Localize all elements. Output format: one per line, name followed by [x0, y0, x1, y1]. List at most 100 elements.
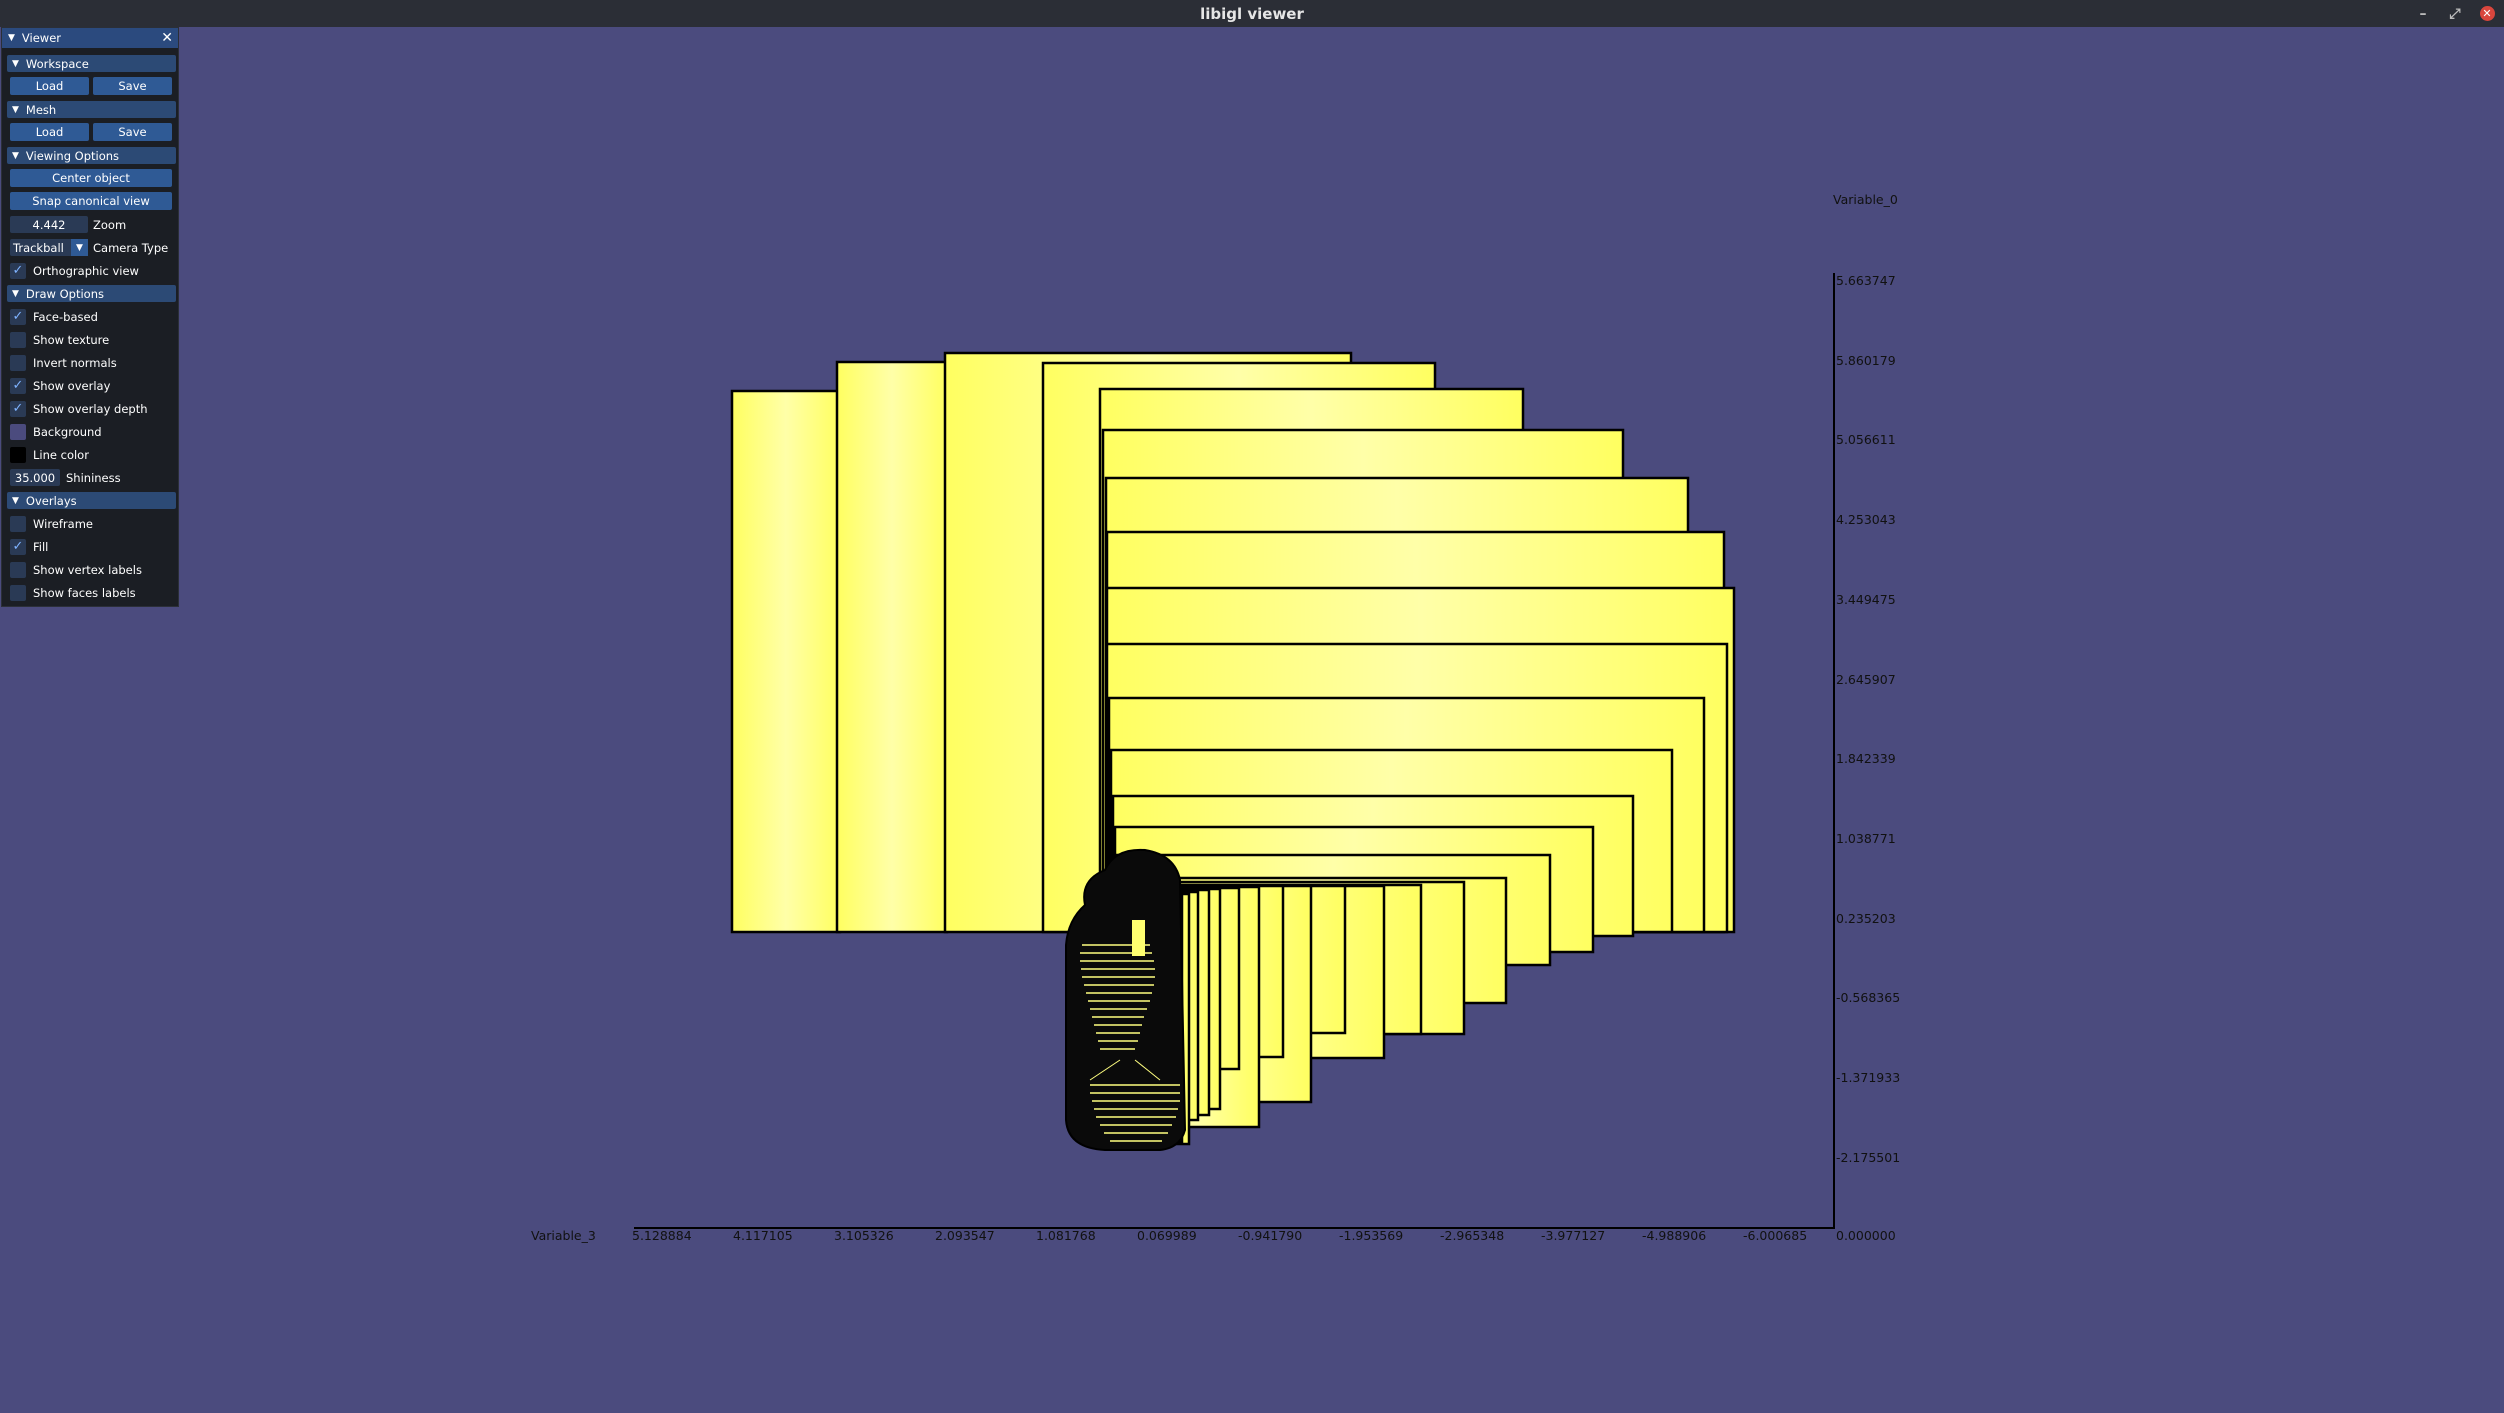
checkmark-icon[interactable]: ✓ — [10, 262, 26, 279]
section-draw-options[interactable]: ▼ Draw Options — [7, 285, 176, 302]
checkbox-box[interactable] — [10, 354, 26, 371]
collapse-triangle-icon: ▼ — [12, 104, 19, 115]
fill-checkbox[interactable]: ✓ Fill — [10, 538, 48, 555]
viewport[interactable] — [0, 0, 2504, 1413]
y-tick-label: 0.235203 — [1836, 910, 1896, 926]
y-axis-line — [1833, 273, 1835, 1229]
mesh-render — [730, 351, 1736, 1147]
x-tick-label: 3.105326 — [834, 1228, 894, 1243]
checkbox-box[interactable] — [10, 561, 26, 578]
x-tick-label: -0.941790 — [1238, 1228, 1303, 1243]
center-object-button[interactable]: Center object — [10, 169, 172, 187]
viewer-panel-header[interactable]: ▼ Viewer ✕ — [2, 28, 178, 48]
checkbox-box[interactable] — [10, 515, 26, 532]
collapse-triangle-icon: ▼ — [12, 288, 19, 299]
x-tick-label: 5.128884 — [632, 1228, 692, 1243]
x-tick-label: 1.081768 — [1036, 1228, 1096, 1243]
checkbox-box[interactable] — [10, 584, 26, 601]
checkbox-label: Invert normals — [33, 355, 117, 370]
checkbox-label: Show faces labels — [33, 585, 136, 600]
snap-canonical-view-button[interactable]: Snap canonical view — [10, 192, 172, 210]
checkmark-icon[interactable]: ✓ — [10, 400, 26, 417]
color-label: Background — [33, 424, 102, 439]
checkmark-icon[interactable]: ✓ — [10, 377, 26, 394]
x-tick-label: 4.117105 — [733, 1228, 793, 1243]
face-based-checkbox[interactable]: ✓ Face-based — [10, 308, 98, 325]
x-tick-label: 2.093547 — [935, 1228, 995, 1243]
wireframe-checkbox[interactable]: Wireframe — [10, 515, 93, 532]
checkmark-icon[interactable]: ✓ — [10, 538, 26, 555]
dense-edge-cluster — [1065, 848, 1187, 1151]
collapse-triangle-icon: ▼ — [8, 33, 15, 43]
shininess-label: Shininess — [66, 470, 121, 485]
x-tick-label: 0.069989 — [1137, 1228, 1197, 1243]
section-title: Mesh — [25, 102, 57, 117]
viewer-panel-title: Viewer — [21, 31, 62, 45]
zoom-label: Zoom — [93, 217, 127, 232]
mesh-load-button[interactable]: Load — [10, 123, 89, 141]
section-workspace[interactable]: ▼ Workspace — [7, 55, 176, 72]
checkbox-label: Face-based — [33, 309, 98, 324]
x-tick-label: -6.000685 — [1743, 1228, 1808, 1243]
collapse-triangle-icon: ▼ — [12, 150, 19, 161]
y-axis-title: Variable_0 — [1833, 192, 1898, 207]
x-axis-title: Variable_3 — [531, 1228, 596, 1243]
zoom-input[interactable]: 4.442 — [10, 216, 88, 233]
checkbox-label: Show vertex labels — [33, 562, 142, 577]
checkbox-label: Fill — [33, 539, 49, 554]
color-swatch[interactable] — [10, 446, 26, 463]
origin-label: 0.000000 — [1836, 1228, 1896, 1243]
section-title: Workspace — [25, 56, 89, 71]
y-tick-label: 5.056611 — [1836, 432, 1896, 448]
show-overlay-depth-checkbox[interactable]: ✓ Show overlay depth — [10, 400, 148, 417]
camera-type-select[interactable]: Trackball ▼ — [10, 239, 88, 256]
checkbox-label: Show texture — [33, 332, 110, 347]
line-color-picker[interactable]: Line color — [10, 446, 89, 463]
section-title: Overlays — [25, 493, 77, 508]
mesh-face — [835, 360, 949, 934]
checkbox-label: Wireframe — [33, 516, 93, 531]
color-swatch[interactable] — [10, 423, 26, 440]
section-mesh[interactable]: ▼ Mesh — [7, 101, 176, 118]
mesh-save-button[interactable]: Save — [93, 123, 172, 141]
show-vertex-labels-checkbox[interactable]: Show vertex labels — [10, 561, 142, 578]
close-icon[interactable]: ✕ — [161, 30, 173, 46]
y-tick-label: 4.253043 — [1836, 512, 1896, 528]
mesh-face — [730, 389, 842, 934]
collapse-triangle-icon: ▼ — [12, 58, 19, 69]
orthographic-view-checkbox[interactable]: ✓ Orthographic view — [10, 262, 139, 279]
checkbox-label: Show overlay depth — [33, 401, 148, 416]
viewer-panel: ▼ Viewer ✕ ▼ Workspace Load Save ▼ Mesh … — [1, 27, 179, 607]
invert-normals-checkbox[interactable]: Invert normals — [10, 354, 117, 371]
section-overlays[interactable]: ▼ Overlays — [7, 492, 176, 509]
y-tick-label: 2.645907 — [1836, 671, 1896, 687]
section-title: Draw Options — [25, 286, 104, 301]
y-tick-label: 3.449475 — [1836, 591, 1896, 607]
workspace-load-button[interactable]: Load — [10, 77, 89, 95]
y-tick-label: 5.663747 — [1836, 273, 1896, 288]
y-tick-label: 1.842339 — [1836, 751, 1896, 767]
background-color-picker[interactable]: Background — [10, 423, 102, 440]
y-tick-label: -2.175501 — [1836, 1149, 1901, 1165]
checkmark-icon[interactable]: ✓ — [10, 308, 26, 325]
checkbox-label: Orthographic view — [33, 263, 139, 278]
x-tick-label: -1.953569 — [1339, 1228, 1404, 1243]
workspace-save-button[interactable]: Save — [93, 77, 172, 95]
camera-type-value: Trackball — [13, 240, 64, 255]
x-tick-label: -2.965348 — [1440, 1228, 1505, 1243]
camera-type-label: Camera Type — [93, 240, 169, 255]
x-tick-label: -4.988906 — [1642, 1228, 1707, 1243]
y-tick-label: 1.038771 — [1836, 830, 1896, 846]
y-tick-label: -0.568365 — [1836, 990, 1901, 1006]
show-overlay-checkbox[interactable]: ✓ Show overlay — [10, 377, 110, 394]
y-tick-label: -1.371933 — [1836, 1070, 1901, 1085]
checkbox-box[interactable] — [10, 331, 26, 348]
section-viewing-options[interactable]: ▼ Viewing Options — [7, 147, 176, 164]
section-title: Viewing Options — [25, 148, 120, 163]
chevron-down-icon[interactable]: ▼ — [71, 239, 88, 256]
x-tick-label: -3.977127 — [1541, 1228, 1606, 1243]
collapse-triangle-icon: ▼ — [12, 495, 19, 506]
show-texture-checkbox[interactable]: Show texture — [10, 331, 109, 348]
shininess-input[interactable]: 35.000 — [10, 469, 60, 486]
show-faces-labels-checkbox[interactable]: Show faces labels — [10, 584, 136, 601]
